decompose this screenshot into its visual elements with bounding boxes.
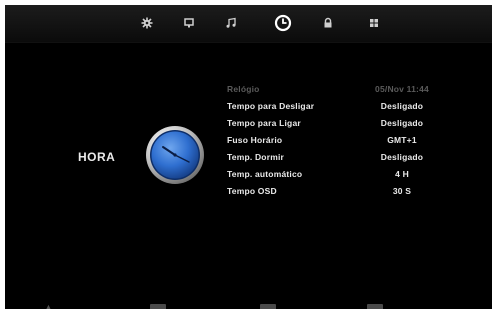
setting-value: Desligado (380, 118, 424, 128)
setting-label: Temp. automático (227, 169, 303, 179)
tab-picture-settings[interactable] (135, 11, 159, 35)
setting-value: Desligado (380, 152, 424, 162)
hint-key-1 (150, 304, 166, 309)
setting-label: Relógio (227, 84, 260, 94)
setting-value: 30 S (392, 186, 412, 196)
remote-key-icon (367, 304, 383, 309)
clock-face-icon (146, 126, 204, 184)
tab-sound[interactable] (219, 11, 243, 35)
clock-icon (274, 14, 292, 32)
button-hints-bar: ▲ (5, 295, 492, 309)
settings-row[interactable]: Fuso Horário GMT+1 (227, 132, 437, 149)
section-title: HORA (78, 150, 116, 164)
setting-value: GMT+1 (387, 135, 417, 145)
lock-icon (324, 17, 332, 28)
setting-label: Tempo para Ligar (227, 118, 301, 128)
music-note-icon (226, 17, 236, 28)
hint-key-2 (260, 304, 276, 309)
apps-grid-icon (370, 19, 378, 27)
hint-key-3 (367, 304, 383, 309)
tab-setup[interactable] (362, 11, 386, 35)
settings-row[interactable]: Tempo para Desligar Desligado (227, 98, 437, 115)
setting-label: Temp. Dormir (227, 152, 285, 162)
remote-key-icon (260, 304, 276, 309)
tab-time[interactable] (271, 11, 295, 35)
settings-row[interactable]: Tempo para Ligar Desligado (227, 115, 437, 132)
settings-row[interactable]: Temp. automático 4 H (227, 166, 437, 183)
tv-menu-screen: HORA Relógio 05/Nov 11:44 Tempo para Desli… (5, 5, 492, 309)
settings-list: Relógio 05/Nov 11:44 Tempo para Desligar De… (227, 81, 437, 200)
tab-lock[interactable] (316, 11, 340, 35)
monitor-icon (184, 18, 194, 28)
setting-value: Desligado (380, 101, 424, 111)
setting-label: Tempo OSD (227, 186, 277, 196)
setting-value: 05/Nov 11:44 (375, 84, 429, 94)
settings-row: Relógio 05/Nov 11:44 (227, 81, 437, 98)
settings-row[interactable]: Tempo OSD 30 S (227, 183, 437, 200)
remote-key-icon (150, 304, 166, 309)
up-arrow-icon: ▲ (45, 304, 52, 309)
setting-value: 4 H (395, 169, 409, 179)
setting-label: Fuso Horário (227, 135, 283, 145)
setting-label: Tempo para Desligar (227, 101, 315, 111)
tab-screen[interactable] (177, 11, 201, 35)
menu-tab-bar (5, 5, 492, 43)
settings-row[interactable]: Temp. Dormir Desligado (227, 149, 437, 166)
picture-settings-icon (141, 17, 153, 29)
hint-move: ▲ (45, 304, 52, 309)
